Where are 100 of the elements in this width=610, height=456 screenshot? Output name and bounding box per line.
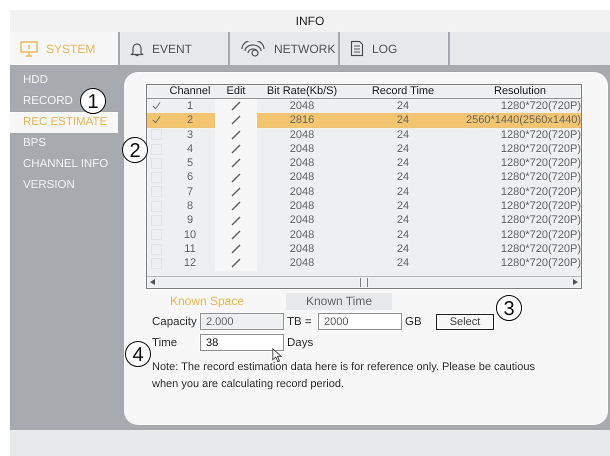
table-row[interactable]: 6 2048 24 1280*720(720P) [147,170,581,185]
unit-label: TB = [287,316,313,328]
pencil-icon[interactable] [231,130,241,140]
table-cell-text: 2048 [288,256,316,271]
table-cell-text: 1280*720(720P) [500,242,581,256]
table-cell-text: 24 [396,184,410,200]
input-field[interactable]: 2.000 [200,313,284,330]
pencil-icon[interactable] [231,216,241,226]
pencil-icon[interactable] [231,230,241,240]
table-cell-text: 1280*720(720P) [500,156,581,170]
table-cell-text: 2048 [288,228,316,242]
scroll-right-icon[interactable] [573,279,578,286]
wireless-icon [240,40,266,56]
table-cell-text: 11 [183,242,197,256]
checkbox[interactable] [150,129,162,140]
table-cell-text: 7 [186,184,194,200]
select-button[interactable]: Select [436,314,494,330]
table-cell-text: 24 [396,142,410,156]
table-cell-text: 2048 [288,213,316,228]
pencil-icon[interactable] [231,258,241,268]
table-row[interactable]: 8 2048 24 1280*720(720P) [147,199,581,214]
table-cell-text: 3 [186,128,194,142]
table-cell-text: 1280*720(720P) [500,142,581,156]
unit-label: GB [405,316,423,328]
column-header: Bit Rate(Kb/S) [266,85,338,98]
table-cell-text: 1280*720(720P) [500,213,581,228]
table-row[interactable]: 4 2048 24 1280*720(720P) [147,142,581,156]
table-cell-text: 2048 [288,128,316,142]
input-field[interactable]: 2000 [318,313,402,330]
table-row[interactable]: 1 2048 24 1280*720(720P) [147,99,581,114]
table-cell-text: 24 [396,242,410,256]
window-title: INFO [296,14,324,28]
pencil-icon[interactable] [231,186,241,197]
table-cell-text: 2048 [288,170,316,185]
table-cell-text: 2560*1440(2560x1440) [465,113,581,128]
table-cell-text: 24 [396,228,410,242]
table-cell-text: 1280*720(720P) [500,170,581,185]
table-cell-text: 24 [396,213,410,228]
field-label: Time [152,336,178,349]
column-header: Record Time [370,85,436,98]
table-cell-text: 2048 [288,142,316,156]
table-cell-text: 24 [396,128,410,142]
column-header: Edit [226,85,246,98]
table-cell-text: 9 [186,213,194,228]
table-cell-text: 2048 [288,99,316,114]
pencil-icon[interactable] [231,244,241,254]
unit-label: Days [287,336,314,349]
table-row[interactable]: 2 2816 24 2560*1440(2560x1440) [147,113,581,128]
table-cell-text: 2816 [288,113,316,128]
table-cell-text: 1 [186,99,194,114]
pencil-icon[interactable] [231,115,241,126]
monitor-icon [20,40,38,56]
table-cell-text: 10 [182,228,198,242]
cursor-icon [272,348,282,363]
table-cell-text: 2048 [288,242,316,256]
pencil-icon[interactable] [231,158,241,168]
pencil-icon[interactable] [231,172,241,183]
field-label: Capacity [152,316,198,328]
table-row[interactable]: 3 2048 24 1280*720(720P) [147,128,581,142]
table-cell-text: 8 [186,199,194,214]
checkbox[interactable] [150,100,162,112]
table-cell-text: 2048 [288,184,316,200]
document-icon [350,40,364,57]
note-text: Note: The record estimation data here is for reference only. Please be cautious when you are calculating record period. [152,360,536,392]
pencil-icon[interactable] [231,144,241,154]
column-header: Channel [168,85,212,98]
table-cell-text: 1280*720(720P) [500,199,581,214]
horizontal-scrollbar[interactable] [147,276,581,288]
column-header: Resolution [493,85,547,98]
table-cell-text: 1280*720(720P) [500,228,581,242]
table-cell-text: 24 [396,170,410,185]
pencil-icon[interactable] [231,101,241,112]
pencil-icon[interactable] [231,201,241,212]
table-cell-text: 1280*720(720P) [500,256,581,271]
table-cell-text: 24 [396,199,410,214]
table-cell-text: 24 [396,113,410,128]
table-cell-text: 24 [396,156,410,170]
table-cell-text: 4 [186,142,194,156]
table-cell-text: 1280*720(720P) [500,99,581,114]
table-row[interactable]: 9 2048 24 1280*720(720P) [147,213,581,228]
table-row[interactable]: 12 2048 24 1280*720(720P) [147,256,581,271]
scroll-left-icon[interactable] [150,279,155,286]
table-row[interactable]: 5 2048 24 1280*720(720P) [147,156,581,170]
bell-icon [130,40,144,56]
table-cell-text: 2 [186,113,194,128]
table-cell-text: 2048 [288,199,316,214]
mode-tab[interactable]: Known Time [286,292,392,310]
table-row[interactable]: 11 2048 24 1280*720(720P) [147,242,581,256]
table-cell-text: 24 [396,256,410,271]
table-cell-text: 6 [186,170,194,185]
table-row[interactable]: 10 2048 24 1280*720(720P) [147,228,581,242]
table-cell-text: 24 [396,99,410,114]
table-cell-text: 12 [182,256,198,271]
table-row[interactable]: 7 2048 24 1280*720(720P) [147,184,581,200]
table-cell-text: 1280*720(720P) [500,184,581,200]
table-cell-text: 2048 [288,156,316,170]
table-cell-text: 1280*720(720P) [500,128,581,142]
checkbox[interactable] [150,114,162,126]
table-cell-text: 5 [186,156,194,170]
input-field[interactable]: 38 [200,334,284,352]
